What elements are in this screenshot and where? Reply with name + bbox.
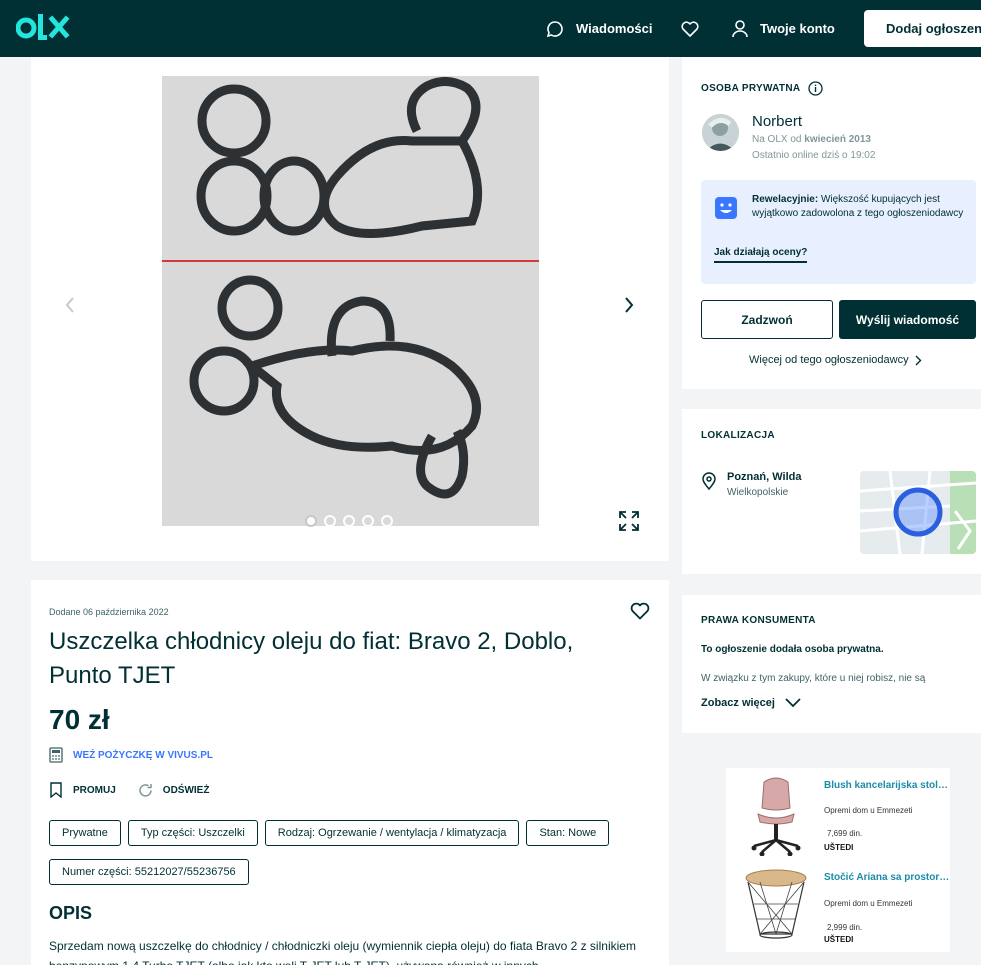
olx-logo[interactable] [16, 11, 78, 45]
see-more-link[interactable]: Zobacz więcej [701, 697, 801, 709]
sponsored-ad-save: UŠTEDI [824, 935, 854, 944]
photo-gallery [31, 57, 669, 561]
seller-name[interactable]: Norbert [752, 113, 802, 130]
seller-since: Na OLX od kwiecień 2013 [752, 134, 871, 145]
chevron-left-icon [65, 297, 74, 313]
seller-since-value: kwiecień 2013 [804, 134, 871, 145]
parameter-tag: Stan: Nowe [526, 820, 610, 846]
parameter-tag: Numer części: 55212027/55236756 [49, 859, 249, 885]
rating-text: Rewelacyjnie: Większość kupujących jest … [752, 193, 966, 221]
listing-actions: PROMUJ ODŚWIEŻ [49, 782, 209, 798]
sponsored-ad[interactable]: Stočić Ariana sa prostoro... Opremi dom … [726, 860, 950, 952]
parameter-tag: Typ części: Uszczelki [127, 820, 258, 846]
location-card: LOKALIZACJA Poznań, Wilda Wielkopolskie [682, 409, 981, 574]
seller-last-online: Ostatnio online dziś o 19:02 [752, 150, 876, 161]
user-icon [732, 19, 748, 37]
seller-card: OSOBA PRYWATNA Norbert Na OLX od kwiecie… [682, 57, 981, 389]
previous-photo-button[interactable] [57, 290, 83, 320]
sponsored-ad-title[interactable]: Stočić Ariana sa prostoro... [824, 872, 950, 883]
call-button[interactable]: Zadzwoń [701, 300, 833, 339]
photo-dot[interactable] [343, 515, 355, 527]
see-more-label: Zobacz więcej [701, 697, 775, 709]
info-icon[interactable] [808, 81, 824, 96]
sponsored-ad-price: 7,699 din. [827, 829, 863, 838]
promote-button[interactable]: PROMUJ [49, 782, 116, 798]
chevron-right-icon [915, 355, 922, 365]
more-from-seller-link[interactable]: Więcej od tego ogłoszeniodawcy [749, 354, 922, 366]
posted-date: Dodane 06 października 2022 [49, 607, 169, 617]
favorites-link[interactable] [681, 0, 711, 57]
side-table-image [745, 869, 807, 939]
location-region: Wielkopolskie [727, 487, 789, 498]
consumer-rights-line2: W związku z tym zakupy, które u niej rob… [701, 673, 926, 684]
add-listing-label: Dodaj ogłoszenie [886, 21, 981, 36]
sponsored-ads: Blush kancelarijska stolic... Opremi dom… [726, 768, 950, 952]
account-label: Twoje konto [760, 21, 835, 36]
send-message-label: Wyślij wiadomość [855, 312, 960, 327]
calculator-icon [49, 747, 63, 763]
call-label: Zadzwoń [741, 312, 793, 327]
seller-section-title: OSOBA PRYWATNA [701, 81, 824, 96]
send-message-button[interactable]: Wyślij wiadomość [839, 300, 976, 339]
seller-section-label: OSOBA PRYWATNA [701, 83, 801, 94]
refresh-icon [139, 783, 152, 797]
parameter-tag: Rodzaj: Ogrzewanie / wentylacja / klimat… [264, 820, 520, 846]
promote-label: PROMUJ [73, 784, 116, 796]
messages-link[interactable]: Wiadomości [546, 0, 652, 57]
listing-details: Dodane 06 października 2022 Uszczelka ch… [31, 580, 669, 965]
account-link[interactable]: Twoje konto [732, 0, 835, 57]
sponsored-ad-title[interactable]: Blush kancelarijska stolic... [824, 780, 950, 791]
fullscreen-icon[interactable] [618, 510, 640, 532]
sponsored-ad-shop: Opremi dom u Emmezeti [824, 806, 913, 815]
rating-info-link[interactable]: Jak działają oceny? [714, 247, 808, 263]
photo-dot[interactable] [324, 515, 336, 527]
listing-title: Uszczelka chłodnicy oleju do fiat: Bravo… [49, 628, 574, 689]
refresh-button[interactable]: ODŚWIEŻ [138, 782, 210, 798]
photo-pagination [305, 515, 393, 527]
description-text: Sprzedam nową uszczelkę do chłodnicy / c… [49, 939, 636, 965]
chevron-right-icon [625, 297, 634, 313]
listing-price: 70 zł [49, 704, 110, 735]
parameter-tag: Prywatne [49, 820, 121, 846]
seller-avatar[interactable] [702, 114, 739, 151]
photo-dot[interactable] [362, 515, 374, 527]
top-header: Wiadomości Twoje konto Dodaj ogłoszenie [0, 0, 981, 57]
photo-dot[interactable] [305, 515, 317, 527]
office-chair-image [751, 777, 801, 856]
loan-link-label: WEŹ POŻYCZKĘ W VIVUS.PL [73, 749, 214, 761]
chat-icon [546, 20, 563, 37]
next-photo-button[interactable] [616, 290, 642, 320]
seller-since-prefix: Na OLX od [752, 134, 802, 145]
photo-dot[interactable] [381, 515, 393, 527]
sponsored-ad-price: 2,999 din. [827, 923, 863, 932]
parameter-tags: Prywatne Typ części: Uszczelki Rodzaj: O… [49, 820, 649, 885]
sponsored-ad[interactable]: Blush kancelarijska stolic... Opremi dom… [726, 768, 950, 860]
more-from-seller-label: Więcej od tego ogłoszeniodawcy [749, 354, 909, 366]
location-pin-icon [702, 472, 716, 490]
heart-icon[interactable] [630, 602, 650, 620]
add-listing-button[interactable]: Dodaj ogłoszenie [864, 10, 981, 47]
messages-label: Wiadomości [576, 21, 653, 36]
location-city: Poznań, Wilda [727, 471, 802, 483]
sponsored-ad-save: UŠTEDI [824, 843, 854, 852]
location-map[interactable] [860, 471, 976, 554]
consumer-rights-card: PRAWA KONSUMENTA To ogłoszenie dodała os… [682, 595, 981, 733]
description-heading: OPIS [49, 903, 93, 923]
rating-bold: Rewelacyjnie: [752, 194, 819, 205]
happy-face-icon [715, 197, 737, 219]
location-section-title: LOKALIZACJA [701, 430, 775, 441]
bookmark-icon [50, 782, 62, 798]
listing-photo[interactable] [162, 76, 539, 526]
consumer-rights-line1: To ogłoszenie dodała osoba prywatna. [701, 644, 884, 655]
seller-rating-box: Rewelacyjnie: Większość kupujących jest … [701, 180, 976, 284]
refresh-label: ODŚWIEŻ [162, 784, 210, 796]
loan-link[interactable]: WEŹ POŻYCZKĘ W VIVUS.PL [49, 747, 213, 763]
chevron-down-icon [785, 698, 801, 708]
sponsored-ad-shop: Opremi dom u Emmezeti [824, 899, 913, 908]
consumer-rights-title: PRAWA KONSUMENTA [701, 615, 816, 626]
heart-icon [681, 20, 699, 37]
